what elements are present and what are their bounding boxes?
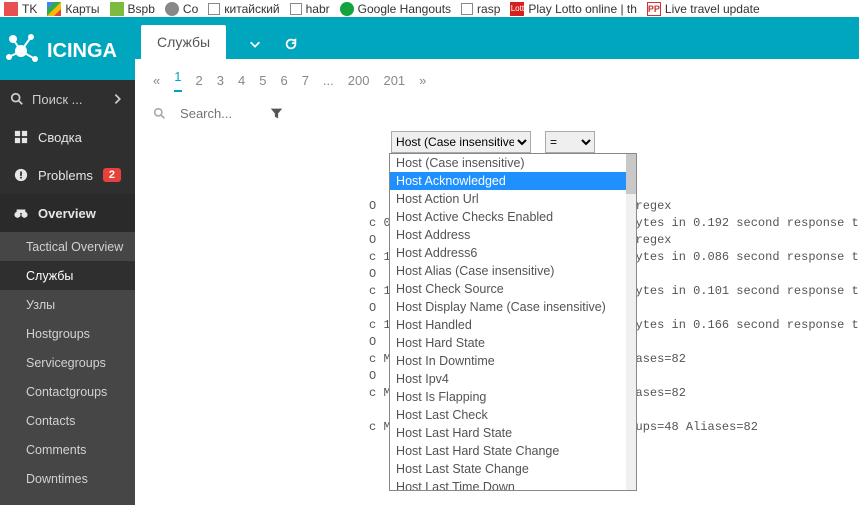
chevron-down-icon[interactable] (248, 37, 262, 51)
sidebar-search-placeholder: Поиск ... (32, 92, 82, 107)
page-2[interactable]: 2 (196, 73, 203, 88)
pagination: « 1234567... 200 201 » (135, 59, 859, 102)
sidebar-search[interactable]: Поиск ... (0, 80, 135, 118)
dropdown-option[interactable]: Host Alias (Case insensitive) (390, 262, 636, 280)
operator-select[interactable]: = (545, 131, 595, 153)
alert-icon (14, 168, 28, 182)
bookmark[interactable]: TK (4, 2, 37, 16)
dropdown-option[interactable]: Host Is Flapping (390, 388, 636, 406)
menu-summary[interactable]: Сводка (0, 118, 135, 156)
sidebar-item-службы[interactable]: Службы (0, 261, 135, 290)
content-area: Службы « 1234567... 200 201 » Host (Case ins… (135, 17, 859, 505)
sidebar-item-contacts[interactable]: Contacts (0, 406, 135, 435)
sidebar-item-comments[interactable]: Comments (0, 435, 135, 464)
dropdown-option[interactable]: Host Check Source (390, 280, 636, 298)
browser-bookmarks-bar: TK Карты Bspb Со китайский habr Google H… (0, 0, 859, 17)
dropdown-option[interactable]: Host In Downtime (390, 352, 636, 370)
dropdown-option[interactable]: Host Last Hard State (390, 424, 636, 442)
dropdown-option[interactable]: Host Handled (390, 316, 636, 334)
dropdown-option[interactable]: Host Last Hard State Change (390, 442, 636, 460)
search-input[interactable] (180, 106, 250, 121)
logo[interactable]: ICINGA (0, 17, 135, 80)
sidebar-item-servicegroups[interactable]: Servicegroups (0, 348, 135, 377)
page-1[interactable]: 1 (174, 69, 181, 92)
tab-bar: Службы (135, 17, 859, 59)
dropdown-option[interactable]: Host Hard State (390, 334, 636, 352)
refresh-icon[interactable] (284, 37, 298, 51)
page-6[interactable]: 6 (280, 73, 287, 88)
page-5[interactable]: 5 (259, 73, 266, 88)
icinga-logo-icon: ICINGA (3, 31, 133, 67)
dropdown-option[interactable]: Host Last Time Down (390, 478, 636, 491)
bookmark[interactable]: habr (290, 2, 330, 16)
dropdown-option[interactable]: Host (Case insensitive) (390, 154, 636, 172)
page-»[interactable]: » (419, 73, 426, 88)
bookmark[interactable]: LottPlay Lotto online | th (510, 2, 637, 16)
bookmark[interactable]: rasp (461, 2, 500, 16)
chevron-right-icon (111, 92, 125, 106)
dropdown-option[interactable]: Host Address6 (390, 244, 636, 262)
sidebar-item-tactical-overview[interactable]: Tactical Overview (0, 232, 135, 261)
page-«[interactable]: « (153, 73, 160, 88)
dropdown-option[interactable]: Host Action Url (390, 190, 636, 208)
page-3[interactable]: 3 (217, 73, 224, 88)
dropdown-option[interactable]: Host Active Checks Enabled (390, 208, 636, 226)
sidebar-item-contactgroups[interactable]: Contactgroups (0, 377, 135, 406)
problems-badge: 2 (103, 168, 121, 182)
page-201[interactable]: 201 (383, 73, 405, 88)
page-200[interactable]: 200 (348, 73, 370, 88)
sidebar-item-hostgroups[interactable]: Hostgroups (0, 319, 135, 348)
bookmark[interactable]: PPLive travel update (647, 2, 760, 16)
menu-problems[interactable]: Problems 2 (0, 156, 135, 194)
page-7[interactable]: 7 (302, 73, 309, 88)
dropdown-option[interactable]: Host Address (390, 226, 636, 244)
dropdown-option[interactable]: Host Display Name (Case insensitive) (390, 298, 636, 316)
field-select[interactable]: Host (Case insensitive) (391, 131, 531, 153)
bookmark[interactable]: Карты (47, 2, 99, 16)
filter-icon[interactable] (270, 107, 283, 120)
menu-overview[interactable]: Overview (0, 194, 135, 232)
svg-text:ICINGA: ICINGA (47, 40, 117, 62)
sidebar-item-downtimes[interactable]: Downtimes (0, 464, 135, 493)
bookmark[interactable]: Со (165, 2, 198, 16)
dropdown-option[interactable]: Host Last Check (390, 406, 636, 424)
page-4[interactable]: 4 (238, 73, 245, 88)
bookmark[interactable]: Google Hangouts (340, 2, 451, 16)
dropdown-option[interactable]: Host Ipv4 (390, 370, 636, 388)
filter-selects: Host (Case insensitive) = Host (Case ins… (135, 129, 859, 153)
dropdown-option[interactable]: Host Acknowledged (390, 172, 636, 190)
scrollbar[interactable] (626, 154, 636, 490)
dropdown-option[interactable]: Host Last State Change (390, 460, 636, 478)
tab-services[interactable]: Службы (141, 25, 226, 59)
sidebar: ICINGA Поиск ... Сводка Problems 2 Overv… (0, 17, 135, 505)
filter-row (135, 102, 859, 129)
search-icon (153, 107, 166, 120)
scrollbar-thumb[interactable] (626, 154, 636, 194)
dashboard-icon (14, 130, 28, 144)
bookmark[interactable]: китайский (208, 2, 279, 16)
sidebar-item-узлы[interactable]: Узлы (0, 290, 135, 319)
page-...[interactable]: ... (323, 73, 334, 88)
binoculars-icon (14, 206, 28, 220)
field-select-dropdown: Host (Case insensitive)Host Acknowledged… (389, 153, 637, 491)
bookmark[interactable]: Bspb (110, 2, 155, 16)
search-icon (10, 92, 24, 106)
